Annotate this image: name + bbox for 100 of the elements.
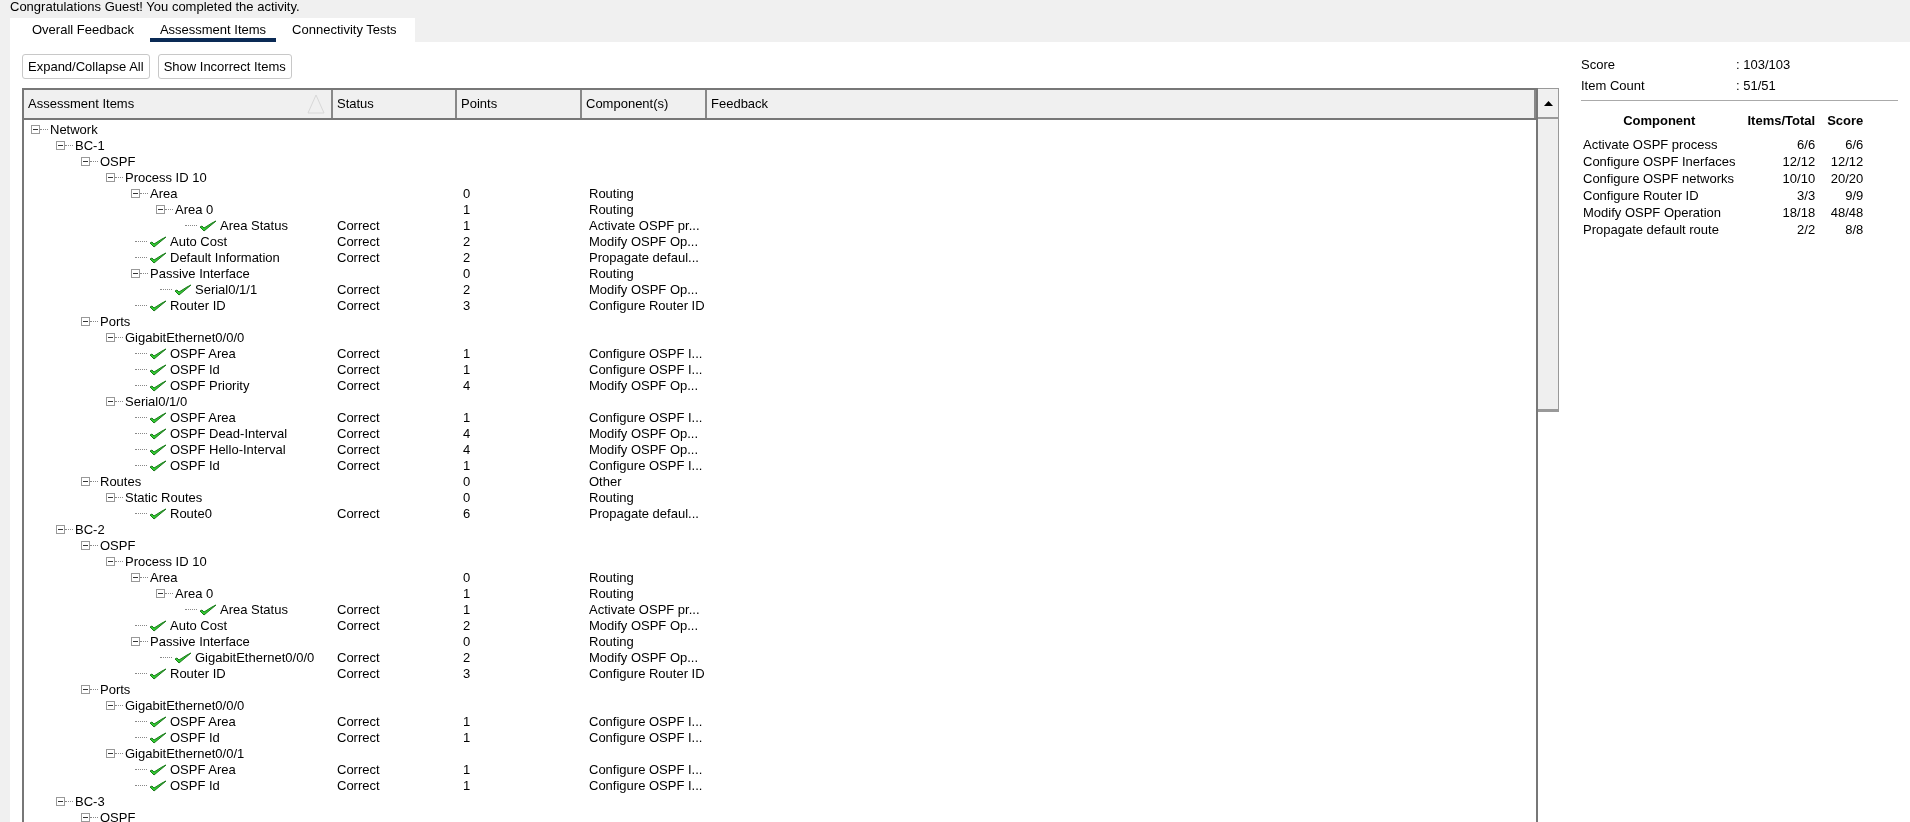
points-cell: 1 <box>463 346 471 362</box>
tree-item[interactable]: Area Status <box>220 218 288 234</box>
tree-item[interactable]: GigabitEthernet0/0/0 <box>125 698 245 714</box>
collapse-icon[interactable] <box>106 701 115 711</box>
collapse-icon[interactable] <box>106 749 115 759</box>
table-cell: 12/12 <box>1782 154 1816 169</box>
tree-item[interactable]: OSPF Area <box>170 410 236 426</box>
tree-item[interactable]: Process ID 10 <box>125 170 207 186</box>
toolbar-button[interactable]: Expand/Collapse All <box>22 54 150 79</box>
points-cell: 1 <box>463 762 471 778</box>
points-cell: 2 <box>463 250 471 266</box>
component-cell: Modify OSPF Op... <box>589 378 699 394</box>
tree-item[interactable]: Static Routes <box>125 490 203 506</box>
tree-item[interactable]: Ports <box>100 314 131 330</box>
collapse-icon[interactable] <box>131 637 140 647</box>
status-cell: Correct <box>337 362 380 378</box>
tree-item[interactable]: Auto Cost <box>170 234 228 250</box>
column-header[interactable]: Feedback <box>707 90 1537 118</box>
tree-item[interactable]: Area 0 <box>175 586 214 602</box>
table-cell: 6/6 <box>1797 137 1816 152</box>
collapse-icon[interactable] <box>106 557 115 567</box>
collapse-icon[interactable] <box>31 125 40 135</box>
stat-value: : 51/51 <box>1736 78 1776 93</box>
tree-item[interactable]: Auto Cost <box>170 618 228 634</box>
collapse-icon[interactable] <box>56 525 65 535</box>
tree-item[interactable]: Serial0/1/1 <box>195 282 258 298</box>
tree-item[interactable]: OSPF Dead-Interval <box>170 426 288 442</box>
tree-item[interactable]: Passive Interface <box>150 266 250 282</box>
component-cell: Routing <box>589 490 634 506</box>
tree-item[interactable]: OSPF Id <box>170 778 220 794</box>
collapse-icon[interactable] <box>56 797 65 807</box>
tree-item[interactable]: OSPF Area <box>170 714 236 730</box>
collapse-icon[interactable] <box>81 477 90 487</box>
tree-item[interactable]: OSPF Id <box>170 730 220 746</box>
tree-item[interactable]: GigabitEthernet0/0/0 <box>195 650 315 666</box>
tree-item[interactable]: OSPF Id <box>170 362 220 378</box>
collapse-icon[interactable] <box>156 589 165 599</box>
tree-item[interactable]: Network <box>50 122 98 138</box>
collapse-icon[interactable] <box>131 189 140 199</box>
tree-item[interactable]: OSPF <box>100 538 136 554</box>
collapse-icon[interactable] <box>81 157 90 167</box>
tree-item[interactable]: Area 0 <box>175 202 214 218</box>
collapse-icon[interactable] <box>106 333 115 343</box>
tree-item[interactable]: GigabitEthernet0/0/0 <box>125 330 245 346</box>
column-header[interactable]: Assessment Items <box>24 90 333 118</box>
collapse-icon[interactable] <box>81 813 90 822</box>
tree-item[interactable]: Serial0/1/0 <box>125 394 188 410</box>
tree-item[interactable]: OSPF Area <box>170 762 236 778</box>
tree-item[interactable]: Passive Interface <box>150 634 250 650</box>
collapse-icon[interactable] <box>81 685 90 695</box>
column-header[interactable]: Points <box>457 90 582 118</box>
tree-item[interactable]: OSPF <box>100 154 136 170</box>
tree-item[interactable]: OSPF Area <box>170 346 236 362</box>
status-cell: Correct <box>337 458 380 474</box>
tree-item[interactable]: Router ID <box>170 666 226 682</box>
collapse-icon[interactable] <box>156 205 165 215</box>
component-cell: Other <box>589 474 622 490</box>
points-cell: 4 <box>463 442 471 458</box>
column-header[interactable]: Component(s) <box>582 90 707 118</box>
status-cell: Correct <box>337 346 380 362</box>
tree-item[interactable]: BC-1 <box>75 138 105 154</box>
tree-item[interactable]: Ports <box>100 682 131 698</box>
tree-item[interactable]: Area <box>150 570 178 586</box>
tree-item[interactable]: Routes <box>100 474 142 490</box>
collapse-icon[interactable] <box>56 141 65 151</box>
tree-item[interactable]: OSPF Priority <box>170 378 250 394</box>
collapse-icon[interactable] <box>81 541 90 551</box>
tab[interactable]: Connectivity Tests <box>282 18 407 42</box>
component-cell: Configure OSPF I... <box>589 410 703 426</box>
collapse-icon[interactable] <box>81 317 90 327</box>
tree-item[interactable]: Area Status <box>220 602 288 618</box>
collapse-icon[interactable] <box>131 269 140 279</box>
points-cell: 0 <box>463 186 471 202</box>
tree-item[interactable]: BC-2 <box>75 522 105 538</box>
tree-item[interactable]: Process ID 10 <box>125 554 207 570</box>
status-cell: Correct <box>337 506 380 522</box>
table-cell: Configure OSPF networks <box>1583 171 1734 186</box>
column-header[interactable]: Status <box>333 90 457 118</box>
tree-item[interactable]: OSPF Hello-Interval <box>170 442 286 458</box>
points-cell: 1 <box>463 410 471 426</box>
tree-item[interactable]: GigabitEthernet0/0/1 <box>125 746 245 762</box>
collapse-icon[interactable] <box>131 573 140 583</box>
table-cell: Configure OSPF Inerfaces <box>1583 154 1736 169</box>
toolbar-button[interactable]: Show Incorrect Items <box>157 54 292 79</box>
tree-item[interactable]: Default Information <box>170 250 280 266</box>
tree-item[interactable]: OSPF Id <box>170 458 220 474</box>
scrollbar[interactable] <box>1538 88 1559 412</box>
tree-item[interactable]: Route0 <box>170 506 212 522</box>
collapse-icon[interactable] <box>106 397 115 407</box>
tree-item[interactable]: OSPF <box>100 810 136 822</box>
tab[interactable]: Overall Feedback <box>22 18 144 42</box>
collapse-icon[interactable] <box>106 173 115 183</box>
component-cell: Configure OSPF I... <box>589 346 703 362</box>
tree-item[interactable]: Router ID <box>170 298 226 314</box>
collapse-icon[interactable] <box>106 493 115 503</box>
status-cell: Correct <box>337 730 380 746</box>
status-cell: Correct <box>337 282 380 298</box>
tree-item[interactable]: BC-3 <box>75 794 105 810</box>
tree-item[interactable]: Area <box>150 186 178 202</box>
points-cell: 0 <box>463 490 471 506</box>
